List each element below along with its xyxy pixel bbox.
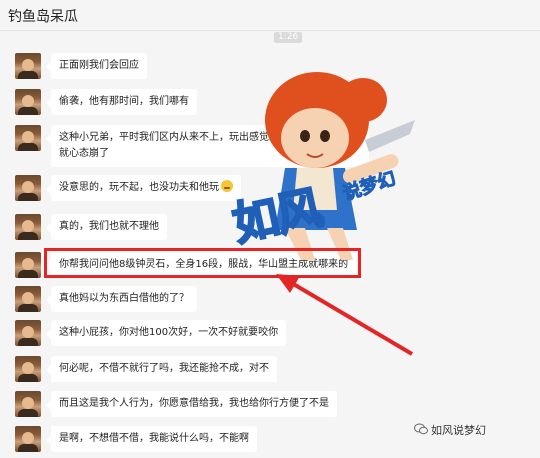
wechat-icon [414,423,428,435]
brand-label: 如风说梦幻 [431,424,486,437]
red-arrow-icon [276,274,414,356]
